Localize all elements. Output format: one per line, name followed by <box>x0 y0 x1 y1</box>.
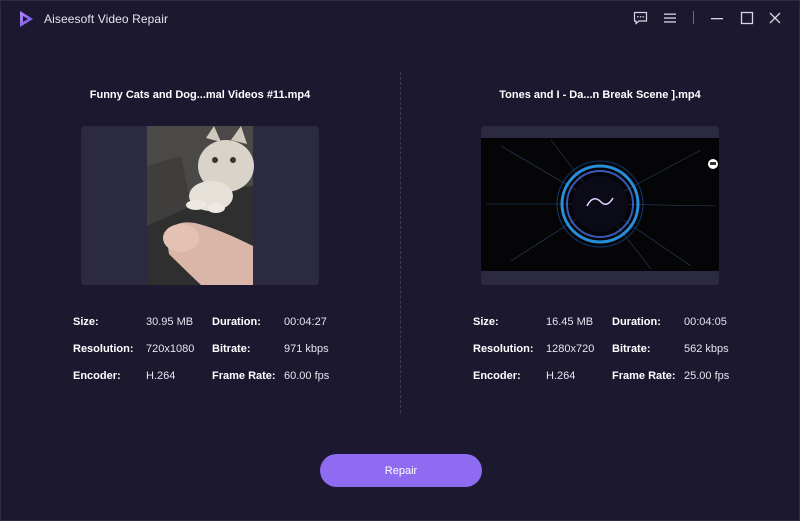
resolution-label: Resolution: <box>473 343 534 355</box>
size-value: 30.95 MB <box>146 316 194 328</box>
framerate-label: Frame Rate: <box>212 370 276 382</box>
encoder-value: H.264 <box>146 370 176 382</box>
menu-icon <box>664 13 676 23</box>
bitrate-value: 971 kbps <box>284 343 329 355</box>
minimize-button[interactable] <box>708 9 726 27</box>
duration-label: Duration: <box>612 316 661 328</box>
duration-value: 00:04:27 <box>284 316 327 328</box>
menu-button[interactable] <box>661 9 679 27</box>
duration-value: 00:04:05 <box>684 316 727 328</box>
close-icon <box>769 12 781 24</box>
encoder-label: Encoder: <box>473 370 521 382</box>
framerate-label: Frame Rate: <box>612 370 676 382</box>
size-value: 16.45 MB <box>546 316 594 328</box>
framerate-value: 60.00 fps <box>284 370 330 382</box>
column-divider <box>400 72 401 413</box>
close-button[interactable] <box>766 9 784 27</box>
size-label: Size: <box>473 316 499 328</box>
left-video-filename: Funny Cats and Dog...mal Videos #11.mp4 <box>89 89 311 101</box>
maximize-button[interactable] <box>738 9 756 27</box>
maximize-icon <box>740 11 754 25</box>
cat-video-thumbnail <box>147 126 254 285</box>
resolution-value: 1280x720 <box>546 343 595 355</box>
right-video-filename: Tones and I - Da...n Break Scene ].mp4 <box>499 89 701 101</box>
bitrate-value: 562 kbps <box>684 343 729 355</box>
bitrate-label: Bitrate: <box>612 343 651 355</box>
encoder-label: Encoder: <box>73 370 121 382</box>
size-label: Size: <box>73 316 99 328</box>
music-video-thumbnail <box>481 126 719 285</box>
resolution-value: 720x1080 <box>146 343 195 355</box>
feedback-button[interactable] <box>631 9 649 27</box>
app-title: Aiseesoft Video Repair <box>44 12 169 26</box>
app-window: Aiseesoft Video Repair Funny Cats and Do… <box>0 0 800 521</box>
left-video-preview[interactable] <box>81 126 319 285</box>
right-video-preview[interactable] <box>481 126 719 285</box>
resolution-label: Resolution: <box>73 343 134 355</box>
duration-label: Duration: <box>212 316 261 328</box>
titlebar-separator <box>693 11 694 24</box>
title-bar: Aiseesoft Video Repair <box>1 1 799 35</box>
framerate-value: 25.00 fps <box>684 370 730 382</box>
encoder-value: H.264 <box>546 370 576 382</box>
repair-button[interactable]: Repair <box>320 454 482 487</box>
app-logo-icon <box>20 11 33 27</box>
bitrate-label: Bitrate: <box>212 343 251 355</box>
feedback-icon <box>633 11 647 25</box>
minimize-icon <box>711 18 723 20</box>
